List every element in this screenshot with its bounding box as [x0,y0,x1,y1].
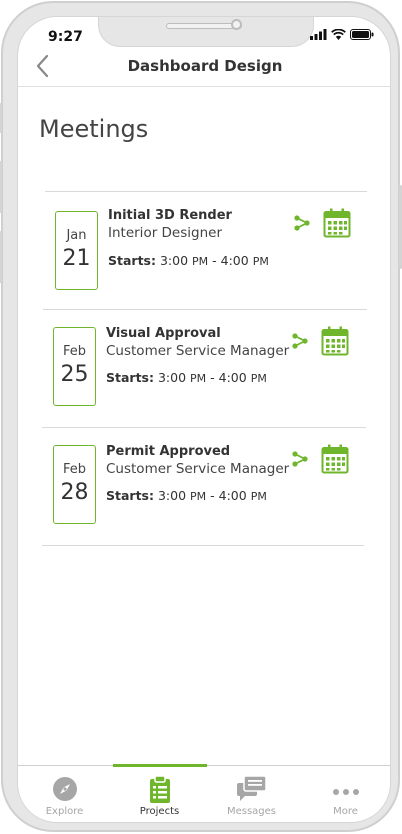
start-ampm: PM [192,255,209,268]
tab-more[interactable]: More [299,766,390,822]
share-icon[interactable] [291,450,309,468]
end-time: 4:00 [220,253,249,268]
more-dots-icon [332,789,359,795]
date-badge: Feb 28 [53,445,96,524]
time-separator: - [208,253,221,268]
date-month: Jan [66,228,87,243]
meeting-role: Customer Service Manager [106,461,290,477]
date-day: 21 [62,246,91,271]
tab-label: Messages [226,806,277,817]
screen: 9:27 Dashboard Design Meetings Jan 21 In… [17,16,391,823]
date-badge: Feb 25 [53,327,96,406]
side-button [0,103,2,133]
side-button [0,231,2,283]
meeting-time: Starts: 3:00 PM - 4:00 PM [106,488,267,503]
date-day: 25 [60,362,89,387]
status-icons [310,29,374,40]
time-separator: - [206,370,219,385]
tab-label: Explore [45,806,84,817]
meeting-time: Starts: 3:00 PM - 4:00 PM [106,370,267,385]
meeting-title: Initial 3D Render [108,208,232,223]
tab-explore[interactable]: Explore [18,766,111,822]
clipboard-icon [149,776,170,803]
calendar-icon[interactable] [321,326,349,356]
chat-icon [236,776,267,801]
tab-label: More [333,806,358,817]
phone-frame: 9:27 Dashboard Design Meetings Jan 21 In… [0,1,402,832]
share-icon[interactable] [293,214,311,232]
calendar-icon[interactable] [323,208,351,238]
divider [42,545,364,546]
meeting-title: Visual Approval [106,326,221,341]
start-time: 3:00 [157,370,187,385]
share-icon[interactable] [291,332,309,350]
end-ampm: PM [252,255,269,268]
starts-label: Starts: [106,488,154,503]
compass-icon [52,777,77,801]
meeting-card[interactable]: Jan 21 Initial 3D Render Interior Design… [18,191,390,309]
start-time: 3:00 [157,488,187,503]
starts-label: Starts: [106,370,154,385]
tab-projects[interactable]: Projects [113,766,206,822]
page-title: Meetings [39,115,149,143]
app-header: Dashboard Design [18,49,390,87]
calendar-icon[interactable] [321,444,349,474]
notch [98,17,314,47]
end-ampm: PM [250,490,267,503]
time-separator: - [206,488,219,503]
bottom-tab-bar: Explore Projects Messages More [18,764,390,822]
end-time: 4:00 [218,370,247,385]
meeting-card[interactable]: Feb 28 Permit Approved Customer Service … [18,427,390,545]
side-button [0,161,2,213]
tab-label: Projects [139,806,180,817]
end-time: 4:00 [218,488,247,503]
signal-icon [310,29,327,40]
meeting-role: Customer Service Manager [106,343,290,359]
meeting-title: Permit Approved [106,444,231,459]
wifi-icon [331,29,346,40]
header-title: Dashboard Design [127,57,283,75]
battery-icon [350,29,374,40]
tab-messages[interactable]: Messages [205,766,298,822]
meeting-card[interactable]: Feb 25 Visual Approval Customer Service … [18,309,390,427]
starts-label: Starts: [108,253,156,268]
date-month: Feb [62,344,87,359]
status-time: 9:27 [48,29,83,45]
start-ampm: PM [190,372,207,385]
meeting-time: Starts: 3:00 PM - 4:00 PM [108,253,269,268]
start-ampm: PM [190,490,207,503]
date-day: 28 [60,480,89,505]
meeting-role: Interior Designer [108,225,223,241]
date-month: Feb [62,462,87,477]
camera [231,19,242,30]
end-ampm: PM [250,372,267,385]
start-time: 3:00 [159,253,189,268]
date-badge: Jan 21 [55,211,98,290]
